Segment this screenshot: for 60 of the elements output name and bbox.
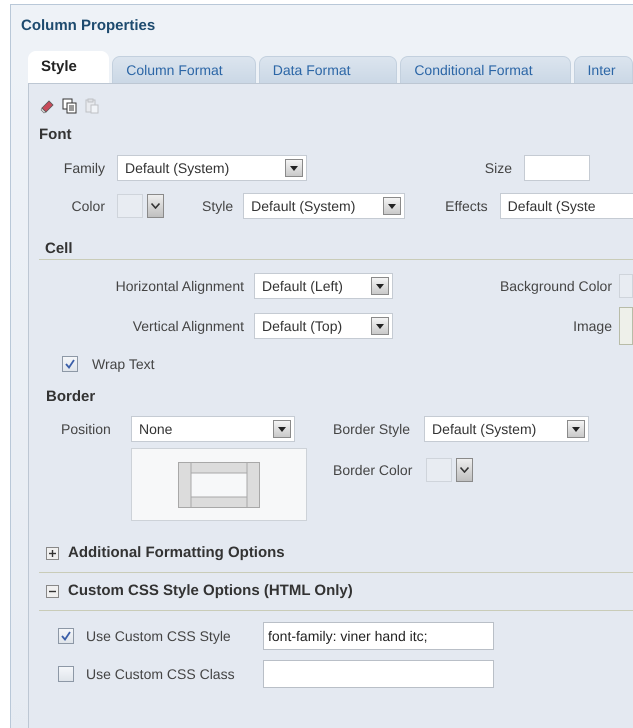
dropdown[interactable]: Default (Top) bbox=[254, 313, 393, 339]
dropdown[interactable]: None bbox=[131, 416, 295, 442]
color-swatch[interactable] bbox=[117, 194, 143, 218]
panel-title: Column Properties bbox=[20, 16, 156, 36]
image-field[interactable] bbox=[619, 307, 633, 345]
tab[interactable]: Inter bbox=[574, 56, 633, 83]
section-heading: Cell bbox=[39, 238, 633, 260]
field-label: Wrap Text bbox=[92, 354, 155, 374]
copy-icon[interactable] bbox=[62, 98, 78, 114]
field-label: Horizontal Alignment bbox=[114, 276, 244, 296]
dropdown[interactable]: Default (System) bbox=[117, 155, 307, 181]
section-title[interactable]: Additional Formatting Options bbox=[68, 542, 285, 565]
color-swatch[interactable] bbox=[426, 458, 452, 482]
dropdown[interactable]: Default (Left) bbox=[254, 273, 393, 299]
chevron-down-icon bbox=[460, 467, 470, 473]
field-label: Position bbox=[61, 420, 112, 438]
field-label: Use Custom CSS Class bbox=[86, 664, 236, 684]
checkmark-icon bbox=[61, 631, 71, 641]
tab[interactable]: Conditional Format bbox=[400, 56, 571, 83]
field-label: Family bbox=[62, 158, 105, 178]
field-label: Vertical Alignment bbox=[132, 316, 244, 336]
field-label: Use Custom CSS Style bbox=[86, 626, 232, 646]
dropdown[interactable]: Default (System) bbox=[424, 416, 590, 442]
section-title[interactable]: Custom CSS Style Options (HTML Only) bbox=[68, 580, 353, 603]
eraser-icon[interactable] bbox=[40, 98, 56, 114]
color-swatch[interactable] bbox=[619, 274, 633, 298]
checkbox[interactable] bbox=[62, 356, 78, 372]
field-label: Image bbox=[572, 316, 612, 336]
dropdown-arrow-icon bbox=[290, 166, 298, 170]
dropdown-arrow-icon bbox=[376, 284, 384, 288]
section-heading: Border bbox=[45, 387, 96, 407]
dropdown-button[interactable] bbox=[147, 194, 164, 218]
dropdown[interactable]: Default (System) bbox=[243, 193, 406, 219]
checkbox[interactable] bbox=[58, 666, 74, 682]
text-input[interactable] bbox=[263, 660, 494, 688]
checkbox[interactable] bbox=[58, 628, 74, 644]
dropdown-arrow-icon bbox=[388, 204, 396, 208]
field-label: Border Style bbox=[333, 420, 410, 439]
tab[interactable]: Column Format bbox=[112, 56, 256, 83]
field-label: Border Color bbox=[333, 460, 412, 480]
field-label: Background Color bbox=[498, 276, 612, 296]
section-heading: Font bbox=[39, 125, 72, 145]
tab[interactable]: Data Format bbox=[258, 56, 398, 83]
field-label: Style bbox=[202, 196, 234, 216]
collapse-icon[interactable] bbox=[46, 585, 59, 598]
field-label: Size bbox=[484, 158, 512, 178]
dropdown-arrow-icon bbox=[376, 324, 384, 328]
dropdown-arrow-icon bbox=[278, 426, 286, 432]
dropdown-arrow-icon bbox=[572, 426, 580, 432]
checkmark-icon bbox=[65, 359, 75, 369]
dropdown[interactable]: Default (Syste bbox=[500, 193, 633, 219]
field-label: Color bbox=[70, 196, 105, 216]
text-input[interactable]: font-family: viner hand itc; bbox=[263, 622, 494, 650]
expand-icon[interactable] bbox=[46, 547, 59, 560]
border-diagram-icon bbox=[178, 462, 260, 508]
tab[interactable]: Style bbox=[28, 51, 110, 83]
size-input[interactable] bbox=[524, 155, 590, 181]
field-label: Effects bbox=[445, 196, 488, 216]
chevron-down-icon bbox=[151, 203, 160, 209]
dropdown-button[interactable] bbox=[456, 458, 474, 482]
